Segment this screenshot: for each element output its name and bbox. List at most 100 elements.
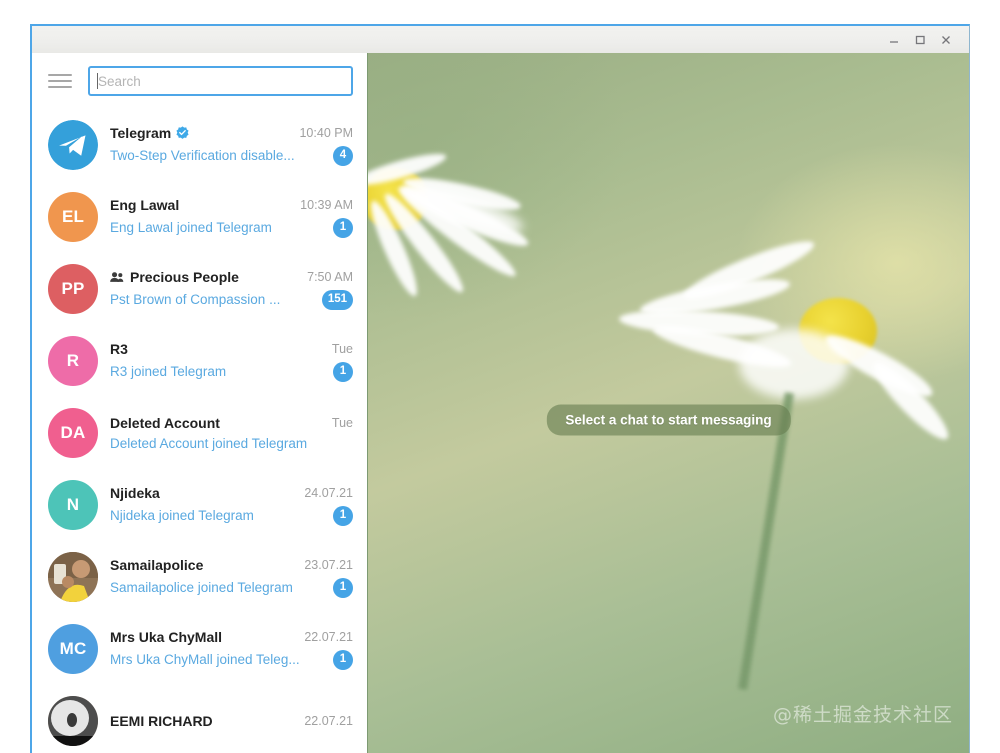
wallpaper-background [368,53,969,753]
unread-badge: 1 [333,649,353,670]
search-caret [97,73,98,89]
chat-name: Eng Lawal [110,196,180,213]
chat-avatar: EL [48,192,98,242]
chat-timestamp: 10:39 AM [300,197,353,212]
chat-name: Telegram [110,124,172,141]
chat-list-item[interactable]: Telegram 10:40 PM Two-Step Verification di… [32,109,367,181]
watermark-text: @稀土掘金技术社区 [772,704,953,726]
minimize-button[interactable] [881,29,907,51]
chat-timestamp: 22.07.21 [304,714,353,728]
sidebar-header [32,53,367,109]
chat-list[interactable]: Telegram 10:40 PM Two-Step Verification di… [32,109,367,753]
chat-list-item[interactable]: PP Precious People 7:50 AM Pst Brown of Com… [32,253,367,325]
chat-name: Precious People [130,268,239,285]
empty-state-label: Select a chat to start messaging [546,404,791,436]
chat-preview-message: Two-Step Verification disable... [110,148,295,163]
chat-timestamp: 10:40 PM [299,125,353,140]
unread-badge: 151 [321,289,353,310]
chat-item-bottom-line: Njideka joined Telegram 1 [110,505,353,526]
telegram-window: Telegram 10:40 PM Two-Step Verification di… [30,24,970,753]
chat-item-bottom-line: R3 joined Telegram 1 [110,361,353,382]
search-input[interactable] [98,73,343,89]
chat-list-item[interactable]: R R3 Tue R3 joined Telegram 1 [32,325,367,397]
close-icon [942,35,950,44]
chat-preview-message: Eng Lawal joined Telegram [110,220,272,235]
chat-name: Samailapolice [110,556,204,573]
maximize-button[interactable] [907,29,933,51]
chat-item-content: EEMI RICHARD 22.07.21 [110,713,353,729]
chat-item-content: Telegram 10:40 PM Two-Step Verification di… [110,125,353,166]
chat-item-bottom-line: Eng Lawal joined Telegram 1 [110,217,353,238]
chat-item-content: Eng Lawal 10:39 AM Eng Lawal joined Telegr… [110,197,353,238]
main-chat-pane: Select a chat to start messaging @稀土掘金技术… [367,53,969,753]
chat-list-item[interactable]: DA Deleted Account Tue Deleted Account join… [32,397,367,469]
unread-badge: 1 [333,577,353,598]
window-body: Telegram 10:40 PM Two-Step Verification di… [32,53,969,753]
chat-avatar [48,120,98,170]
chat-item-top-line: Samailapolice 23.07.21 [110,557,353,573]
chat-item-content: Njideka 24.07.21 Njideka joined Telegram 1 [110,485,353,526]
chat-avatar: R [48,336,98,386]
maximize-icon [915,35,925,44]
chat-avatar: DA [48,408,98,458]
chat-item-content: Deleted Account Tue Deleted Account joined… [110,415,353,451]
chat-preview-message: Deleted Account joined Telegram [110,436,308,451]
unread-badge: 4 [333,145,353,166]
verified-badge-icon [176,126,189,139]
chat-preview-message: Njideka joined Telegram [110,508,254,523]
chat-item-top-line: Deleted Account Tue [110,415,353,431]
minimize-icon [890,40,898,43]
chat-avatar [48,552,98,602]
desktop-backdrop: Telegram 10:40 PM Two-Step Verification di… [0,0,1000,753]
chat-preview-message: R3 joined Telegram [110,364,227,379]
window-titlebar[interactable] [32,26,969,53]
chat-avatar [48,696,98,746]
chat-list-item[interactable]: N Njideka 24.07.21 Njideka joined Telegram 1 [32,469,367,541]
chat-list-item[interactable]: EEMI RICHARD 22.07.21 [32,685,367,753]
unread-badge: 1 [333,361,353,382]
chat-timestamp: 22.07.21 [304,629,353,644]
unread-badge: 1 [333,505,353,526]
chat-timestamp: 7:50 AM [307,269,353,284]
chat-item-top-line: Mrs Uka ChyMall 22.07.21 [110,629,353,645]
chat-list-item[interactable]: MC Mrs Uka ChyMall 22.07.21 Mrs Uka ChyMall… [32,613,367,685]
chat-preview-message: Mrs Uka ChyMall joined Teleg... [110,652,300,667]
telegram-logo-icon [48,120,98,170]
group-chat-icon [110,271,124,282]
chat-name: Deleted Account [110,415,220,431]
chat-name: Njideka [110,484,160,501]
chat-item-top-line: EEMI RICHARD 22.07.21 [110,713,353,729]
chat-avatar: PP [48,264,98,314]
chat-name: Mrs Uka ChyMall [110,628,223,645]
chat-preview-message: Samailapolice joined Telegram [110,580,293,595]
chat-list-item[interactable]: EL Eng Lawal 10:39 AM Eng Lawal joined Tele… [32,181,367,253]
chat-name: R3 [110,340,128,357]
chat-item-bottom-line: Samailapolice joined Telegram 1 [110,577,353,598]
chat-item-bottom-line: Deleted Account joined Telegram [110,436,353,451]
chat-item-top-line: Telegram 10:40 PM [110,125,353,141]
chat-item-content: Precious People 7:50 AM Pst Brown of Compa… [110,269,353,310]
chat-list-item[interactable]: Samailapolice 23.07.21 Samailapolice joine… [32,541,367,613]
search-box[interactable] [88,66,353,96]
unread-badge: 1 [333,217,353,238]
chat-timestamp: Tue [331,416,353,430]
close-button[interactable] [933,29,959,51]
chat-item-top-line: R3 Tue [110,341,353,357]
chat-preview-message: Pst Brown of Compassion ... [110,292,281,307]
chat-timestamp: 24.07.21 [304,485,353,500]
chat-item-content: Mrs Uka ChyMall 22.07.21 Mrs Uka ChyMall j… [110,629,353,670]
chat-sidebar: Telegram 10:40 PM Two-Step Verification di… [32,53,367,753]
chat-item-top-line: Njideka 24.07.21 [110,485,353,501]
chat-avatar: N [48,480,98,530]
chat-item-bottom-line: Pst Brown of Compassion ... 151 [110,289,353,310]
chat-item-content: Samailapolice 23.07.21 Samailapolice joine… [110,557,353,598]
chat-item-bottom-line: Mrs Uka ChyMall joined Teleg... 1 [110,649,353,670]
chat-name: EEMI RICHARD [110,713,213,729]
chat-item-top-line: Precious People 7:50 AM [110,269,353,285]
contact-photo [48,552,98,602]
contact-photo [48,696,98,746]
chat-avatar: MC [48,624,98,674]
chat-timestamp: 23.07.21 [304,557,353,572]
hamburger-menu-icon[interactable] [48,68,74,94]
chat-item-top-line: Eng Lawal 10:39 AM [110,197,353,213]
